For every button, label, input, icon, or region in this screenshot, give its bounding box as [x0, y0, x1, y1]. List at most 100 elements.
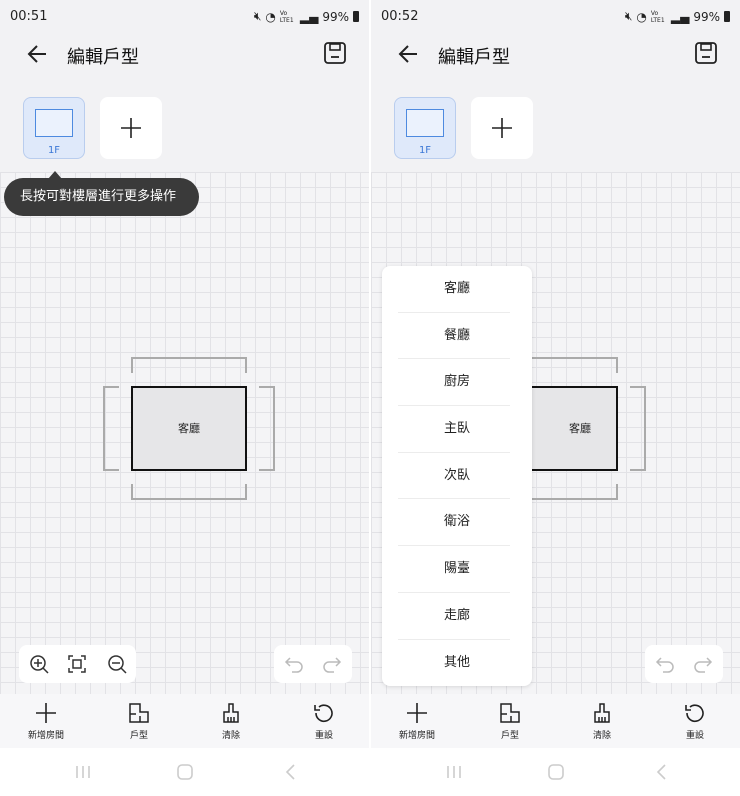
plus-icon [36, 703, 56, 723]
bottom-toolbar: 新增房間 戶型 清除 重設 [0, 694, 369, 748]
reset-icon [314, 704, 333, 723]
add-floor-button[interactable] [471, 97, 533, 159]
wifi-icon: ◔ [636, 9, 647, 24]
floor-thumbnail [406, 109, 444, 137]
menu-item[interactable]: 次臥 [382, 453, 532, 500]
floorplan-icon [129, 703, 149, 723]
system-nav-bar [371, 748, 740, 796]
screenshot-root: 00:51 🔇︎ ◔ Vo LTE1 ▂▄ 99% 編輯戶型 1F 長按可對樓層… [0, 0, 740, 796]
floorplan-label: 戶型 [129, 731, 148, 741]
room-label: 客廳 [178, 422, 200, 435]
status-icons: 🔇︎ ◔ Vo LTE1 ▂▄ 99% [625, 9, 730, 24]
reset-button[interactable]: 重設 [294, 702, 354, 741]
plus-icon [121, 118, 141, 138]
system-nav-bar [0, 748, 369, 796]
add-floor-button[interactable] [100, 97, 162, 159]
signal-icon: ▂▄ [670, 9, 690, 24]
floorplan-icon [500, 703, 520, 723]
resize-handle-left[interactable] [103, 386, 119, 471]
clear-label: 清除 [221, 731, 240, 741]
room-type-menu: 客廳 餐廳 廚房 主臥 次臥 衛浴 陽臺 走廊 其他 [382, 266, 532, 686]
fit-screen-icon[interactable] [67, 654, 87, 674]
add-room-label: 新增房間 [398, 731, 435, 741]
floor-thumbnail [35, 109, 73, 137]
floor-tile-1f[interactable]: 1F [394, 97, 456, 159]
bottom-toolbar: 新增房間 戶型 清除 重設 [371, 694, 740, 748]
clear-button[interactable]: 清除 [572, 702, 632, 741]
save-icon[interactable] [694, 41, 718, 65]
status-bar: 00:52 🔇︎ ◔ Vo LTE1 ▂▄ 99% [371, 0, 740, 34]
status-time: 00:52 [381, 9, 419, 24]
floor-label: 1F [47, 145, 61, 156]
resize-handle-right[interactable] [259, 386, 275, 471]
status-icons: 🔇︎ ◔ Vo LTE1 ▂▄ 99% [254, 9, 359, 24]
menu-item[interactable]: 衛浴 [382, 499, 532, 546]
clear-label: 清除 [592, 731, 611, 741]
network-label: Vo LTE1 [650, 9, 665, 24]
plus-icon [407, 703, 427, 723]
add-room-label: 新增房間 [27, 731, 64, 741]
resize-handle-right[interactable] [630, 386, 646, 471]
battery-percent: 99% [322, 9, 349, 24]
save-icon[interactable] [323, 41, 347, 65]
back-arrow-icon[interactable] [24, 40, 52, 68]
clear-button[interactable]: 清除 [201, 702, 261, 741]
redo-icon[interactable] [693, 655, 713, 673]
floor-label: 1F [418, 145, 432, 156]
menu-item[interactable]: 其他 [382, 640, 532, 687]
undo-icon[interactable] [655, 655, 675, 673]
broom-icon [223, 703, 239, 723]
mute-icon: 🔇︎ [253, 9, 262, 23]
nav-back-icon[interactable] [653, 764, 671, 780]
add-room-button[interactable]: 新增房間 [16, 702, 76, 741]
floor-tile-1f[interactable]: 1F [23, 97, 85, 159]
broom-icon [594, 703, 610, 723]
plus-icon [492, 118, 512, 138]
floorplan-button[interactable]: 戶型 [480, 702, 540, 741]
floorplan-button[interactable]: 戶型 [109, 702, 169, 741]
nav-back-icon[interactable] [282, 764, 300, 780]
battery-icon [724, 11, 730, 22]
battery-icon [353, 11, 359, 22]
zoom-in-icon[interactable] [29, 654, 49, 674]
home-icon[interactable] [547, 764, 565, 780]
menu-item[interactable]: 主臥 [382, 406, 532, 453]
menu-item[interactable]: 廚房 [382, 359, 532, 406]
recents-icon[interactable] [445, 764, 463, 780]
undo-redo-controls [645, 645, 723, 683]
reset-label: 重設 [685, 731, 704, 741]
zoom-out-icon[interactable] [107, 654, 127, 674]
menu-item[interactable]: 餐廳 [382, 313, 532, 360]
status-time: 00:51 [10, 9, 48, 24]
back-arrow-icon[interactable] [395, 40, 423, 68]
menu-item[interactable]: 陽臺 [382, 546, 532, 593]
reset-label: 重設 [314, 731, 333, 741]
wifi-icon: ◔ [265, 9, 276, 24]
page-title: 編輯戶型 [438, 47, 510, 68]
resize-handle-bottom[interactable] [131, 484, 247, 500]
reset-button[interactable]: 重設 [665, 702, 725, 741]
screen-right: 00:52 🔇︎ ◔ Vo LTE1 ▂▄ 99% 編輯戶型 1F 客廳 客廳餐… [371, 0, 740, 796]
undo-redo-controls [274, 645, 352, 683]
home-icon[interactable] [176, 764, 194, 780]
resize-handle-top[interactable] [131, 357, 247, 373]
reset-icon [685, 704, 704, 723]
app-bar: 編輯戶型 [0, 34, 369, 74]
menu-item[interactable]: 客廳 [382, 266, 532, 313]
tooltip: 長按可對樓層進行更多操作 [4, 178, 199, 216]
recents-icon[interactable] [74, 764, 92, 780]
status-bar: 00:51 🔇︎ ◔ Vo LTE1 ▂▄ 99% [0, 0, 369, 34]
menu-item[interactable]: 走廊 [382, 593, 532, 640]
app-bar: 編輯戶型 [371, 34, 740, 74]
room-label: 客廳 [569, 422, 591, 435]
network-label: Vo LTE1 [279, 9, 294, 24]
zoom-controls [19, 645, 136, 683]
add-room-button[interactable]: 新增房間 [387, 702, 447, 741]
undo-icon[interactable] [284, 655, 304, 673]
room-living[interactable]: 客廳 [131, 386, 247, 471]
mute-icon: 🔇︎ [624, 9, 633, 23]
floorplan-label: 戶型 [500, 731, 519, 741]
redo-icon[interactable] [322, 655, 342, 673]
signal-icon: ▂▄ [299, 9, 319, 24]
screen-left: 00:51 🔇︎ ◔ Vo LTE1 ▂▄ 99% 編輯戶型 1F 長按可對樓層… [0, 0, 369, 796]
